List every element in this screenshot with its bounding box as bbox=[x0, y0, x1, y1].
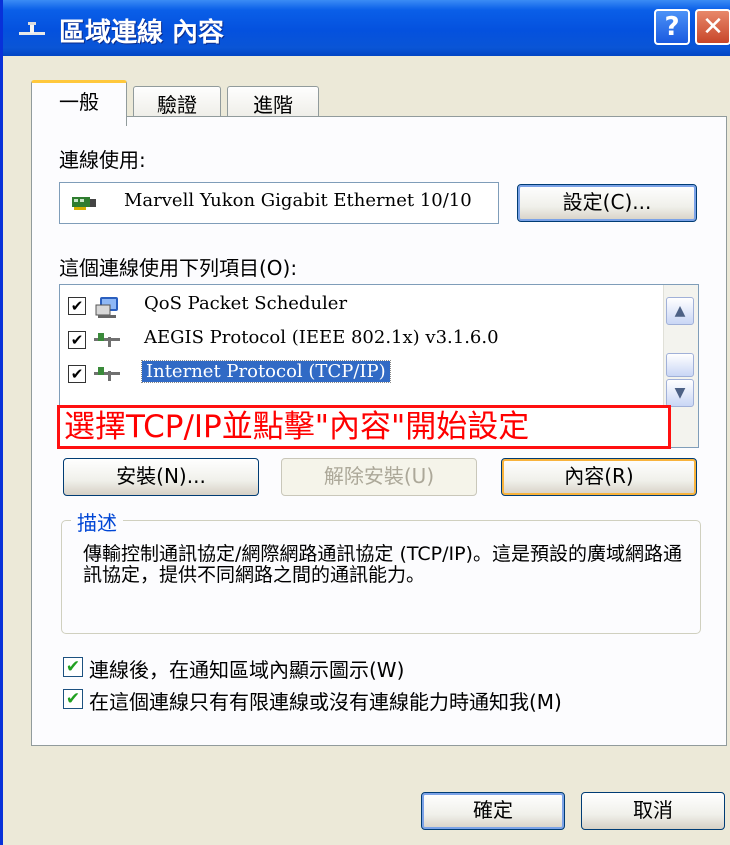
notify-checkbox[interactable]: ✔ bbox=[63, 689, 83, 709]
scroll-thumb[interactable] bbox=[666, 353, 694, 377]
help-button[interactable]: ? bbox=[654, 9, 690, 45]
list-item-aegis[interactable]: ✔ AEGIS Protocol (IEEE 802.1x) v3.1.6.0 bbox=[60, 325, 660, 359]
scroll-up-icon[interactable]: ▲ bbox=[666, 297, 694, 325]
instruction-annotation: 選擇TCP/IP並點擊"內容"開始設定 bbox=[57, 405, 671, 449]
qos-scheduler-icon bbox=[95, 297, 118, 318]
network-adapter-icon bbox=[72, 197, 96, 210]
list-item-label-selected: Internet Protocol (TCP/IP) bbox=[141, 360, 391, 383]
tab-general[interactable]: 一般 bbox=[31, 80, 127, 126]
show-icon-checkbox[interactable]: ✔ bbox=[63, 657, 83, 677]
list-item-label: QoS Packet Scheduler bbox=[144, 293, 348, 314]
ok-button[interactable]: 確定 bbox=[421, 792, 565, 830]
list-item-label: AEGIS Protocol (IEEE 802.1x) v3.1.6.0 bbox=[144, 327, 499, 348]
show-icon-label[interactable]: 連線後，在通知區域內顯示圖示(W) bbox=[89, 654, 404, 683]
adapter-field: Marvell Yukon Gigabit Ethernet 10/10 bbox=[59, 182, 499, 224]
components-label: 這個連線使用下列項目(O): bbox=[59, 256, 298, 280]
notify-label[interactable]: 在這個連線只有有限連線或沒有連線能力時通知我(M) bbox=[89, 686, 562, 715]
cancel-button[interactable]: 取消 bbox=[581, 792, 725, 830]
network-connection-icon bbox=[19, 22, 45, 35]
configure-button[interactable]: 設定(C)... bbox=[517, 184, 697, 222]
network-protocol-icon bbox=[94, 333, 120, 347]
install-button[interactable]: 安裝(N)... bbox=[63, 458, 259, 496]
description-text: 傳輸控制通訊協定/網際網路通訊協定 (TCP/IP)。這是預設的廣域網路通訊協定… bbox=[83, 543, 682, 586]
network-protocol-icon bbox=[94, 367, 120, 381]
uninstall-button: 解除安裝(U) bbox=[281, 458, 477, 496]
connect-using-label: 連線使用: bbox=[59, 148, 146, 172]
tcpip-checkbox[interactable]: ✔ bbox=[68, 365, 86, 383]
title-bar[interactable]: 區域連線 內容 ? ✕ bbox=[3, 0, 730, 56]
dialog-window: 區域連線 內容 ? ✕ 一般 驗證 進階 連線使用: Marvell Yukon… bbox=[0, 0, 730, 845]
description-legend: 描述 bbox=[71, 507, 123, 536]
window-title: 區域連線 內容 bbox=[59, 18, 225, 48]
aegis-checkbox[interactable]: ✔ bbox=[68, 331, 86, 349]
adapter-name: Marvell Yukon Gigabit Ethernet 10/10 bbox=[124, 190, 472, 211]
list-item-tcpip[interactable]: ✔ Internet Protocol (TCP/IP) bbox=[60, 359, 660, 393]
list-item-qos[interactable]: ✔ QoS Packet Scheduler bbox=[60, 291, 660, 325]
properties-button[interactable]: 內容(R) bbox=[501, 458, 697, 496]
close-button[interactable]: ✕ bbox=[695, 9, 730, 45]
scroll-down-icon[interactable]: ▼ bbox=[666, 379, 694, 407]
qos-checkbox[interactable]: ✔ bbox=[68, 297, 86, 315]
